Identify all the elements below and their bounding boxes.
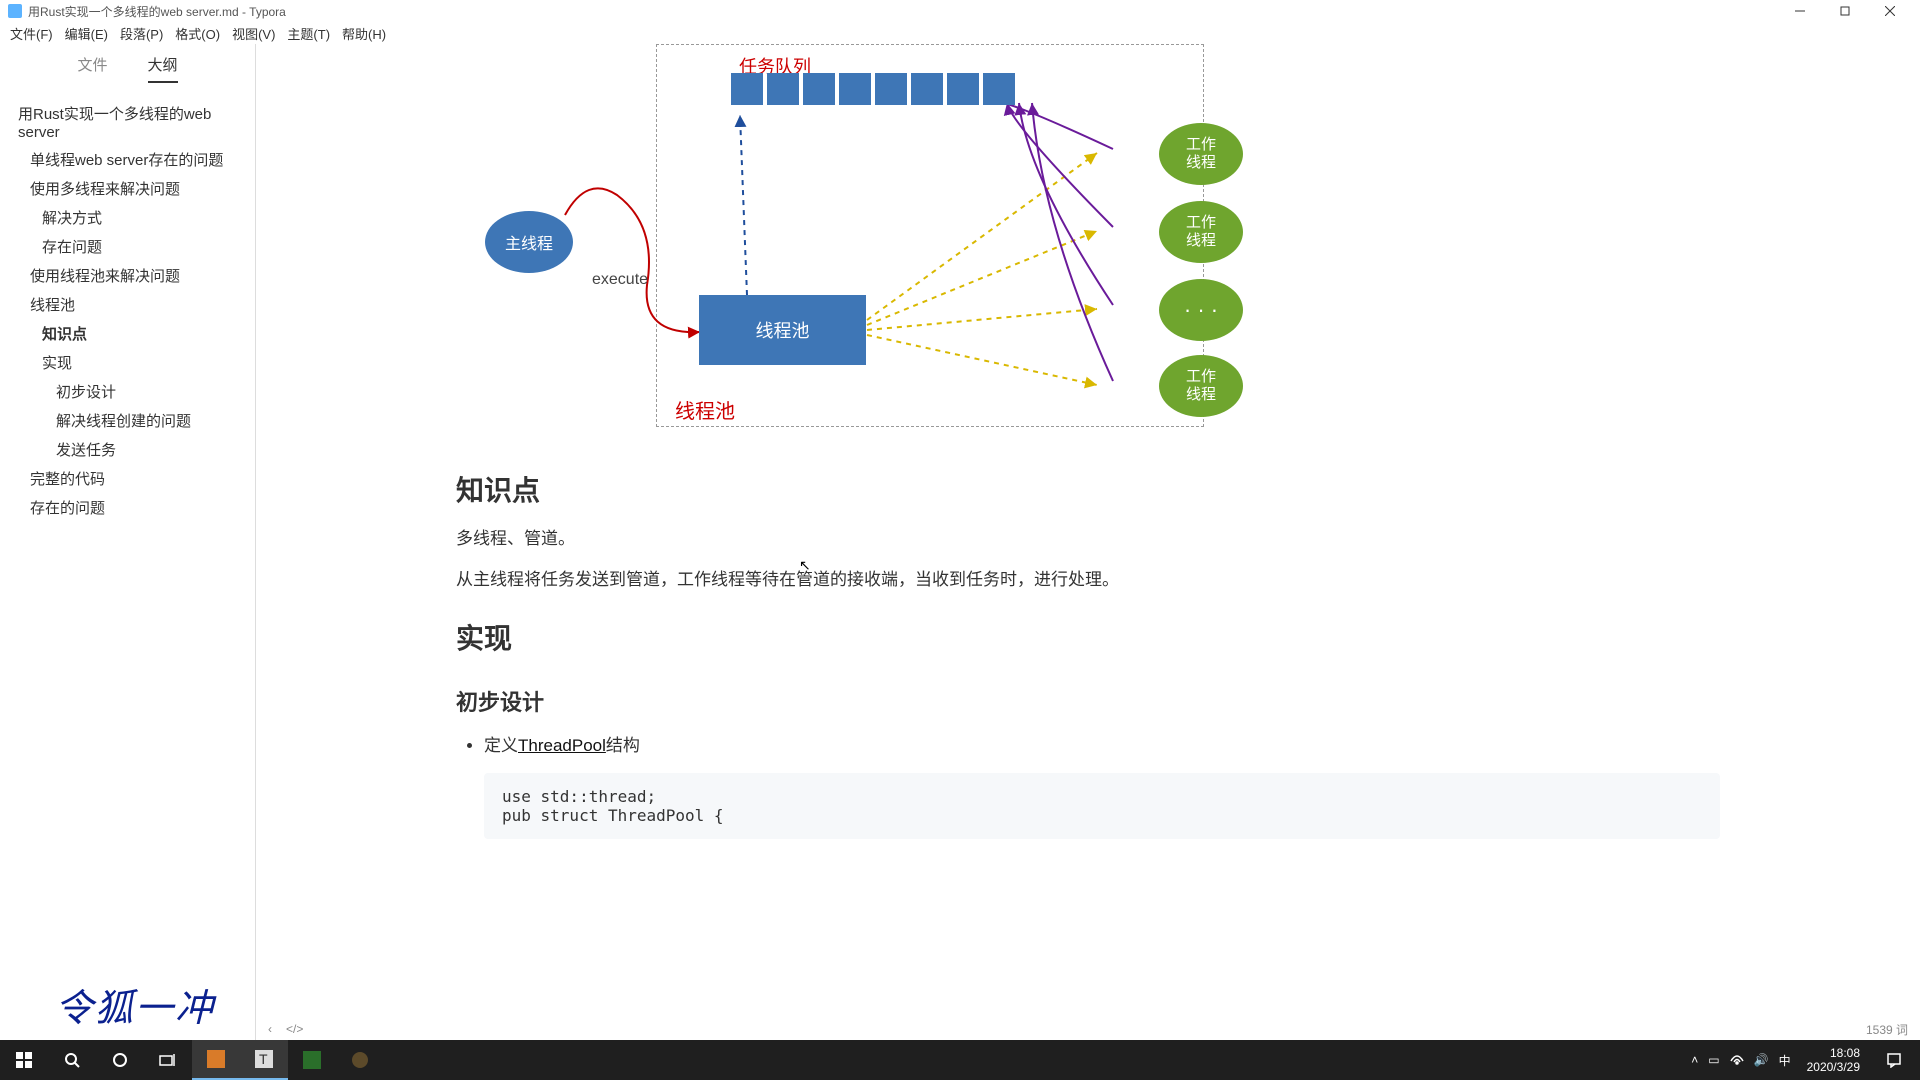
minimize-button[interactable]: [1777, 0, 1822, 22]
menu-view[interactable]: 视图(V): [226, 22, 281, 44]
watermark: 令狐一冲: [55, 977, 215, 1032]
menu-paragraph[interactable]: 段落(P): [114, 22, 169, 44]
window-controls: [1777, 0, 1912, 22]
taskbar-app-3[interactable]: [288, 1040, 336, 1080]
diagram-worker: 工作线程: [1159, 123, 1243, 185]
diagram-main-thread: 主线程: [485, 211, 573, 273]
source-mode-button[interactable]: </>: [286, 1022, 303, 1036]
editor[interactable]: 任务队列 主线程 execute ↖ 线程池 工作线程: [256, 44, 1920, 1040]
paragraph: 多线程、管道。: [456, 525, 1720, 554]
diagram-worker-ellipsis: · · ·: [1159, 279, 1243, 341]
outline-item[interactable]: 线程池: [0, 290, 255, 319]
sidebar: 文件 大纲 用Rust实现一个多线程的web server单线程web serv…: [0, 44, 256, 1040]
heading-knowledge: 知识点: [456, 469, 1720, 509]
back-button[interactable]: ‹: [268, 1022, 272, 1036]
outline-panel[interactable]: 用Rust实现一个多线程的web server单线程web server存在的问…: [0, 91, 255, 1040]
word-count: 1539 词: [1866, 1021, 1908, 1038]
code-block[interactable]: use std::thread; pub struct ThreadPool {: [484, 773, 1720, 839]
cortana-button[interactable]: [96, 1040, 144, 1080]
diagram-worker: 工作线程: [1159, 201, 1243, 263]
tab-outline[interactable]: 大纲: [148, 54, 178, 83]
close-button[interactable]: [1867, 0, 1912, 22]
ime-indicator[interactable]: 中: [1779, 1052, 1791, 1069]
list-item: 定义ThreadPool结构: [484, 731, 1720, 762]
heading-implementation: 实现: [456, 617, 1720, 657]
taskbar-app-4[interactable]: [336, 1040, 384, 1080]
tray-chevron-icon[interactable]: ˄: [1691, 1053, 1698, 1067]
thread-pool-box-label: 线程池: [756, 317, 810, 343]
outline-item[interactable]: 解决方式: [0, 203, 255, 232]
outline-item[interactable]: 存在的问题: [0, 493, 255, 522]
window-title: 用Rust实现一个多线程的web server.md - Typora: [28, 3, 1777, 20]
cursor-icon: ↖: [799, 557, 811, 574]
queue-item: [767, 73, 799, 105]
threadpool-link[interactable]: ThreadPool: [518, 736, 606, 755]
search-button[interactable]: [48, 1040, 96, 1080]
heading-initial-design: 初步设计: [456, 685, 1720, 717]
queue-item: [731, 73, 763, 105]
menu-edit[interactable]: 编辑(E): [59, 22, 114, 44]
maximize-button[interactable]: [1822, 0, 1867, 22]
notifications-button[interactable]: [1876, 1052, 1912, 1068]
taskbar-app-vscode[interactable]: [192, 1040, 240, 1080]
menu-bar: 文件(F) 编辑(E) 段落(P) 格式(O) 视图(V) 主题(T) 帮助(H…: [0, 22, 1920, 44]
queue-item: [875, 73, 907, 105]
article-body[interactable]: 知识点 多线程、管道。 从主线程将任务发送到管道，工作线程等待在管道的接收端，当…: [256, 427, 1920, 879]
outline-item[interactable]: 发送任务: [0, 435, 255, 464]
outline-item[interactable]: 完整的代码: [0, 464, 255, 493]
clock-time: 18:08: [1807, 1046, 1860, 1060]
task-view-button[interactable]: [144, 1040, 192, 1080]
taskbar: T ˄ ▭ 🔊 中 18:08 2020/3/29: [0, 1040, 1920, 1080]
diagram-arrows: [457, 45, 1257, 445]
queue-item: [911, 73, 943, 105]
diagram-pool-label: 线程池: [675, 395, 735, 424]
outline-item[interactable]: 用Rust实现一个多线程的web server: [0, 99, 255, 145]
outline-item[interactable]: 知识点: [0, 319, 255, 348]
start-button[interactable]: [0, 1040, 48, 1080]
outline-item[interactable]: 单线程web server存在的问题: [0, 145, 255, 174]
wifi-icon[interactable]: [1730, 1053, 1744, 1068]
sidebar-tabs: 文件 大纲: [0, 44, 255, 91]
app-icon: [8, 4, 22, 18]
menu-format[interactable]: 格式(O): [169, 22, 226, 44]
paragraph: 从主线程将任务发送到管道，工作线程等待在管道的接收端，当收到任务时，进行处理。: [456, 566, 1720, 595]
queue-item: [947, 73, 979, 105]
title-bar: 用Rust实现一个多线程的web server.md - Typora: [0, 0, 1920, 22]
outline-item[interactable]: 实现: [0, 348, 255, 377]
diagram-thread-pool: ↖ 线程池: [699, 295, 866, 365]
status-bar: ‹ </> 1539 词: [256, 1018, 1920, 1040]
menu-file[interactable]: 文件(F): [4, 22, 59, 44]
queue-item: [839, 73, 871, 105]
outline-item[interactable]: 存在问题: [0, 232, 255, 261]
volume-icon[interactable]: 🔊: [1754, 1053, 1769, 1067]
queue-item: [983, 73, 1015, 105]
battery-icon[interactable]: ▭: [1708, 1053, 1719, 1067]
outline-item[interactable]: 解决线程创建的问题: [0, 406, 255, 435]
svg-text:T: T: [259, 1051, 268, 1067]
tab-files[interactable]: 文件: [77, 54, 107, 83]
clock[interactable]: 18:08 2020/3/29: [1801, 1046, 1866, 1075]
diagram-execute-label: execute: [592, 271, 648, 289]
outline-item[interactable]: 使用线程池来解决问题: [0, 261, 255, 290]
diagram-worker: 工作线程: [1159, 355, 1243, 417]
outline-item[interactable]: 使用多线程来解决问题: [0, 174, 255, 203]
li-text: 结构: [606, 736, 640, 755]
clock-date: 2020/3/29: [1807, 1060, 1860, 1074]
diagram: 任务队列 主线程 execute ↖ 线程池 工作线程: [656, 44, 1204, 427]
menu-theme[interactable]: 主题(T): [281, 22, 336, 44]
menu-help[interactable]: 帮助(H): [336, 22, 392, 44]
li-text: 定义: [484, 736, 518, 755]
diagram-queue-row: [731, 73, 1015, 105]
queue-item: [803, 73, 835, 105]
taskbar-app-typora[interactable]: T: [240, 1040, 288, 1080]
outline-item[interactable]: 初步设计: [0, 377, 255, 406]
system-tray[interactable]: ˄ ▭ 🔊 中: [1691, 1052, 1790, 1069]
